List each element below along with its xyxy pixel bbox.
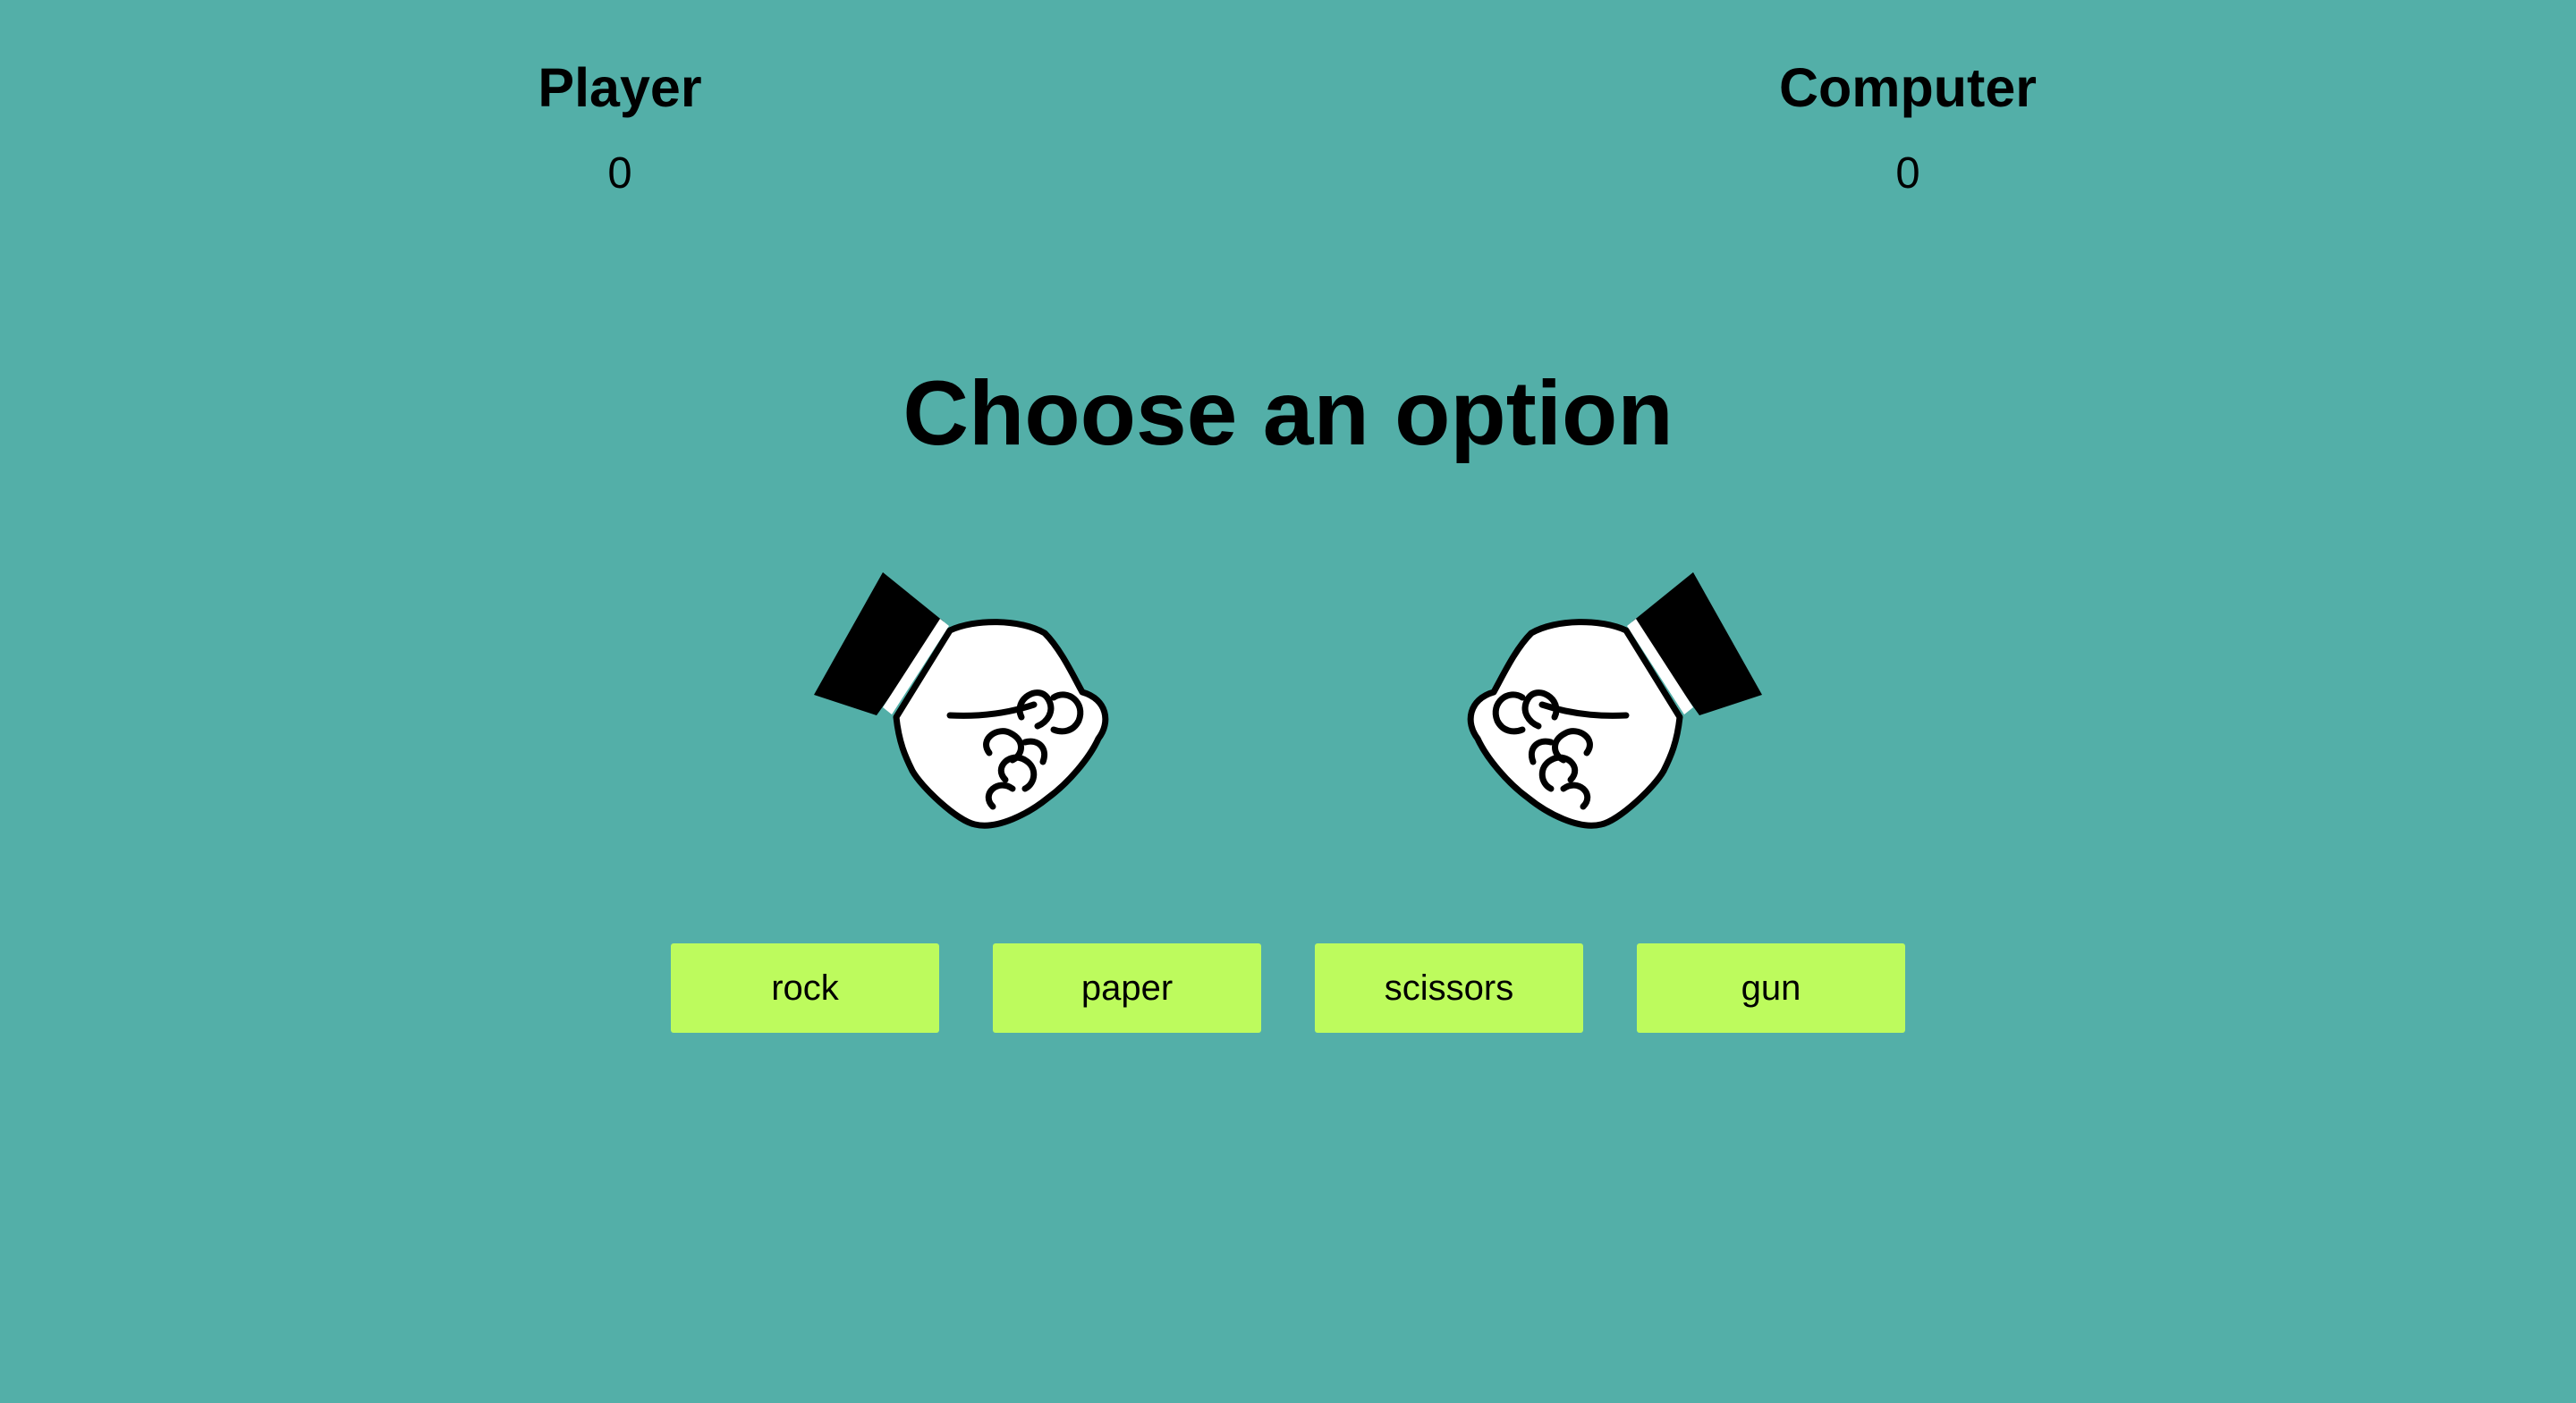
rock-button[interactable]: rock: [671, 943, 939, 1033]
gun-button[interactable]: gun: [1637, 943, 1905, 1033]
choice-buttons: rock paper scissors gun: [671, 943, 1905, 1033]
player-fist-icon: [814, 563, 1118, 849]
player-score: 0: [607, 149, 632, 198]
player-label: Player: [538, 57, 702, 118]
paper-button[interactable]: paper: [993, 943, 1261, 1033]
scissors-button[interactable]: scissors: [1315, 943, 1583, 1033]
computer-score: 0: [1895, 149, 1920, 198]
computer-fist-icon: [1458, 563, 1762, 849]
choose-option-heading: Choose an option: [902, 362, 1674, 464]
player-score-panel: Player 0: [441, 54, 799, 200]
computer-label: Computer: [1778, 57, 2038, 118]
computer-score-panel: Computer 0: [1729, 54, 2087, 200]
